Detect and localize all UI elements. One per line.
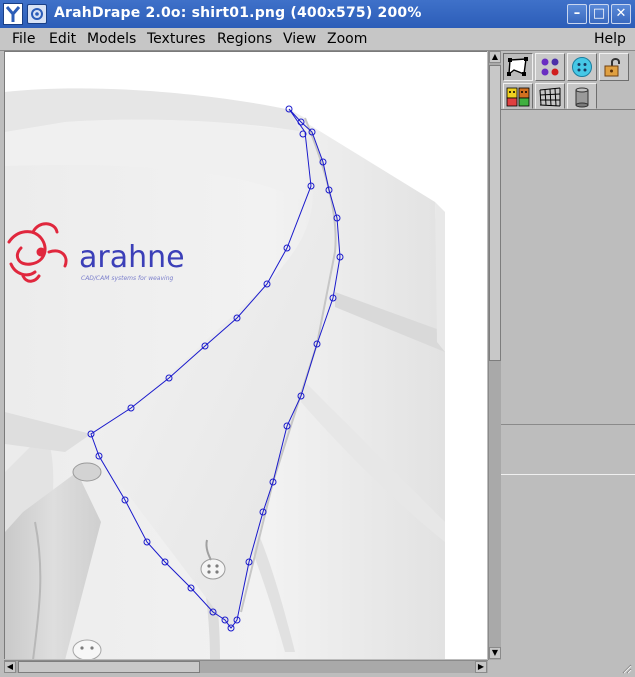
button-tool[interactable] xyxy=(567,53,597,81)
shirt-button-lower xyxy=(72,639,102,659)
close-button[interactable]: ✕ xyxy=(611,4,631,24)
scroll-up-arrow-icon[interactable]: ▲ xyxy=(489,51,501,63)
lock-tool[interactable] xyxy=(599,53,629,81)
menu-file[interactable]: File xyxy=(12,30,35,48)
tool-panel xyxy=(501,51,635,675)
menu-models[interactable]: Models xyxy=(87,30,136,48)
tab-textures[interactable] xyxy=(503,83,533,109)
scroll-right-arrow-icon[interactable]: ▶ xyxy=(475,661,487,673)
padlock-open-icon xyxy=(604,58,620,77)
minimize-button[interactable]: – xyxy=(567,4,587,24)
cylinder-icon xyxy=(575,87,589,108)
scroll-down-arrow-icon[interactable]: ▼ xyxy=(489,647,501,659)
polygon-select-icon xyxy=(507,57,528,76)
title-bar[interactable]: ArahDrape 2.0o: shirt01.png (400x575) 20… xyxy=(0,0,635,28)
menu-help[interactable]: Help xyxy=(594,30,626,48)
resize-grip-icon[interactable] xyxy=(620,662,632,674)
button-icon xyxy=(572,57,592,77)
theater-masks-icon xyxy=(506,87,530,107)
window-title: ArahDrape 2.0o: shirt01.png (400x575) 20… xyxy=(54,5,422,21)
menu-textures[interactable]: Textures xyxy=(147,30,206,48)
menu-edit[interactable]: Edit xyxy=(49,30,76,48)
menu-view[interactable]: View xyxy=(283,30,316,48)
properties-panel xyxy=(501,109,635,475)
logo-tagline: CAD/CAM systems for weaving xyxy=(81,275,173,282)
menu-bar: File Edit Models Textures Regions View Z… xyxy=(0,28,635,51)
arahdrape-window: ArahDrape 2.0o: shirt01.png (400x575) 20… xyxy=(0,0,635,677)
polygon-select-tool[interactable] xyxy=(503,53,533,81)
horizontal-scroll-thumb[interactable] xyxy=(18,661,200,673)
logo-text: arahne xyxy=(79,240,185,275)
color-tool[interactable] xyxy=(535,53,565,81)
image-canvas[interactable]: arahne CAD/CAM systems for weaving xyxy=(4,51,487,659)
horizontal-scrollbar[interactable]: ◀ ▶ xyxy=(4,660,488,673)
collar-button xyxy=(72,462,102,482)
tab-mesh[interactable] xyxy=(535,83,565,109)
secondary-panel xyxy=(501,424,635,675)
mode-tabs xyxy=(501,83,635,109)
vertical-scroll-thumb[interactable] xyxy=(489,65,501,361)
maximize-button[interactable]: □ xyxy=(589,4,609,24)
window-menu-icon[interactable] xyxy=(27,4,47,24)
mesh-grid-icon xyxy=(539,87,561,107)
scroll-left-arrow-icon[interactable]: ◀ xyxy=(4,661,16,673)
menu-zoom[interactable]: Zoom xyxy=(327,30,367,48)
app-icon[interactable] xyxy=(3,3,23,25)
tab-cylinder[interactable] xyxy=(567,83,597,109)
menu-regions[interactable]: Regions xyxy=(217,30,272,48)
shirt-image[interactable]: arahne CAD/CAM systems for weaving xyxy=(5,52,487,659)
vertical-scrollbar[interactable]: ▲ ▼ xyxy=(488,51,501,660)
four-dots-icon xyxy=(541,58,559,76)
